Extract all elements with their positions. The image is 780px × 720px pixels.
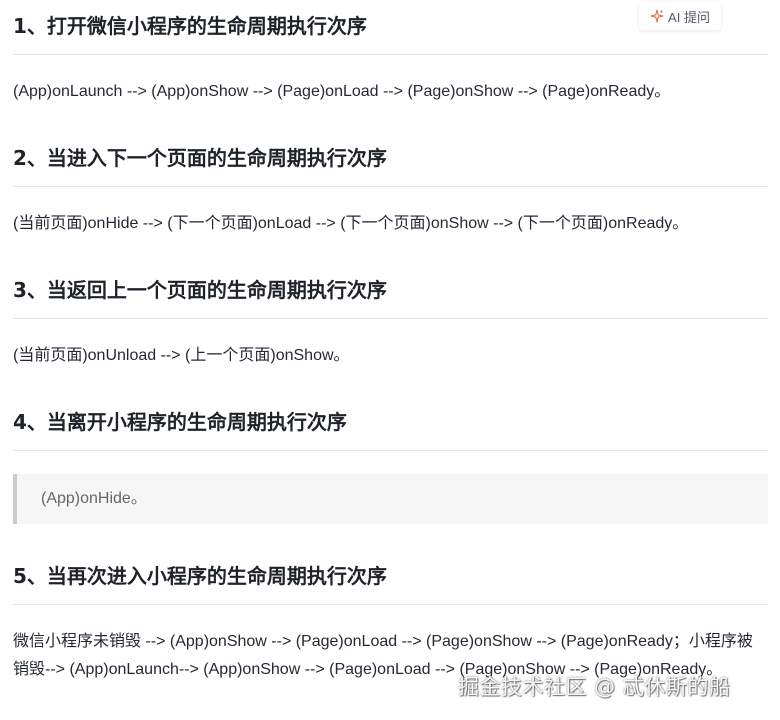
- section-1-heading: 1、打开微信小程序的生命周期执行次序: [13, 14, 367, 38]
- watermark: 掘金技术社区 @ 忒休斯的船: [458, 675, 731, 699]
- ai-ask-label: AI 提问: [668, 9, 710, 25]
- section-1-paragraph: (App)onLaunch --> (App)onShow --> (Page)…: [13, 83, 671, 100]
- section-1-divider: [13, 54, 768, 55]
- section-2-heading: 2、当进入下一个页面的生命周期执行次序: [13, 146, 387, 170]
- section-3-heading: 3、当返回上一个页面的生命周期执行次序: [13, 278, 387, 302]
- ai-ask-button[interactable]: AI 提问: [639, 2, 721, 30]
- section-4-quote-text: (App)onHide。: [41, 490, 147, 507]
- section-2-paragraph: (当前页面)onHide --> (下一个页面)onLoad --> (下一个页…: [13, 215, 689, 232]
- sparkle-icon: [650, 9, 664, 23]
- section-2-divider: [13, 186, 768, 187]
- section-3-paragraph: (当前页面)onUnload --> (上一个页面)onShow。: [13, 347, 350, 364]
- section-3-divider: [13, 318, 768, 319]
- section-5-divider: [13, 604, 768, 605]
- section-5-heading: 5、当再次进入小程序的生命周期执行次序: [13, 564, 387, 588]
- section-4-heading: 4、当离开小程序的生命周期执行次序: [13, 410, 347, 434]
- section-4-blockquote: (App)onHide。: [13, 474, 768, 524]
- section-4-divider: [13, 450, 768, 451]
